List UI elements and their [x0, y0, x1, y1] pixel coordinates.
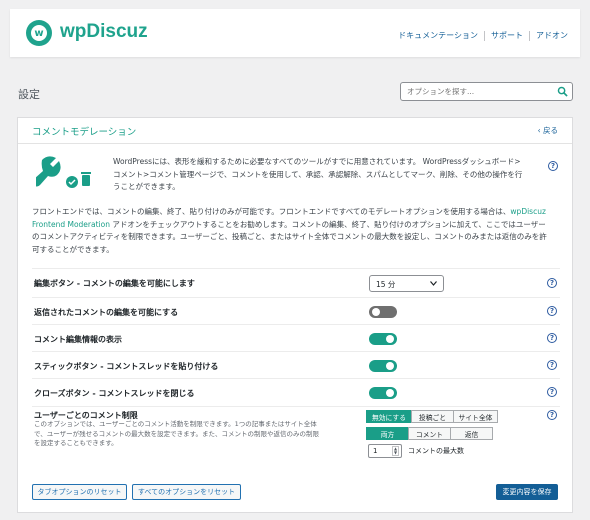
setting-row-sticky: スティックボタン - コメントスレッドを貼り付ける ?: [32, 351, 560, 378]
edit-time-select[interactable]: 15 分: [369, 275, 444, 292]
select-value: 15 分: [376, 280, 396, 289]
edit-replied-toggle[interactable]: [369, 306, 397, 318]
help-icon[interactable]: ?: [547, 410, 557, 420]
wpdiscuz-logo-icon: w: [26, 20, 52, 46]
scope-per-post-option[interactable]: 投稿ごと: [411, 410, 454, 423]
help-icon[interactable]: ?: [547, 333, 557, 343]
setting-row-edit-info: コメント編集情報の表示 ?: [32, 324, 560, 351]
scope-disable-option[interactable]: 無効にする: [366, 410, 412, 423]
scope-site-wide-option[interactable]: サイト全体: [453, 410, 498, 423]
setting-label: スティックボタン - コメントスレッドを貼り付ける: [34, 362, 219, 371]
setting-label: クローズボタン - コメントスレッドを閉じる: [34, 389, 195, 398]
reset-all-button[interactable]: すべてのオプションをリセット: [132, 484, 241, 500]
number-value: 1: [373, 447, 378, 455]
setting-row-comment-limit: ユーザーごとのコメント制限 このオプションでは、ユーザーごとのコメント活動を制限…: [32, 406, 560, 476]
moderation-tools-icon: [36, 156, 91, 188]
nav-divider: [529, 30, 530, 41]
sticky-toggle[interactable]: [369, 360, 397, 372]
help-icon[interactable]: ?: [547, 278, 557, 288]
chevron-down-icon: [430, 281, 437, 286]
description-text: フロントエンドでは、コメントの編集、終了、貼り付けのみが可能です。フロントエンド…: [32, 207, 511, 216]
search-input[interactable]: [401, 83, 551, 100]
back-label: 戻る: [543, 126, 558, 135]
type-reply-option[interactable]: 返信: [450, 427, 493, 440]
reset-tab-button[interactable]: タブオプションのリセット: [32, 484, 127, 500]
option-search-box: [400, 82, 573, 101]
type-comment-option[interactable]: コメント: [408, 427, 451, 440]
back-link[interactable]: ‹ 戻る: [538, 125, 558, 136]
limit-type-segment: 両方 コメント 返信: [366, 427, 493, 440]
toggle-knob: [372, 308, 380, 316]
description-frontend: フロントエンドでは、コメントの編集、終了、貼り付けのみが可能です。フロントエンド…: [32, 206, 552, 256]
brand-name: wpDiscuz: [60, 21, 148, 42]
close-toggle[interactable]: [369, 387, 397, 399]
top-header: w wpDiscuz ドキュメンテーション サポート アドオン: [10, 9, 580, 57]
type-both-option[interactable]: 両方: [366, 427, 409, 440]
help-icon[interactable]: ?: [547, 360, 557, 370]
link-support[interactable]: サポート: [491, 30, 523, 41]
search-icon[interactable]: [557, 86, 568, 97]
limit-scope-segment: 無効にする 投稿ごと サイト全体: [366, 410, 498, 423]
link-addons[interactable]: アドオン: [536, 30, 568, 41]
description-text: アドオンをチェックアウトすることをお勧めします。コメントの編集、終了、貼り付けの…: [32, 219, 547, 254]
help-icon[interactable]: ?: [547, 387, 557, 397]
spinner-arrows-icon[interactable]: ▲ ▼: [392, 446, 399, 456]
setting-row-close: クローズボタン - コメントスレッドを閉じる ?: [32, 378, 560, 406]
setting-label: 編集ボタン - コメントの編集を可能にします: [34, 279, 195, 288]
page-title: 設定: [18, 88, 40, 101]
save-changes-button[interactable]: 変更内容を保存: [496, 484, 558, 500]
max-comments-input[interactable]: 1 ▲ ▼: [368, 444, 402, 458]
max-comments-label: コメントの最大数: [408, 447, 464, 455]
panel-header: コメントモデレーション ‹ 戻る: [18, 118, 572, 144]
setting-description: このオプションでは、ユーザーごとのコメント活動を制限できます。1つの記事またはサ…: [34, 420, 319, 447]
edit-info-toggle[interactable]: [369, 333, 397, 345]
toggle-knob: [386, 389, 394, 397]
help-icon[interactable]: ?: [548, 161, 558, 171]
toggle-knob: [386, 335, 394, 343]
moderation-panel: コメントモデレーション ‹ 戻る WordPressには、表形を緩和するために必…: [17, 117, 573, 513]
setting-label: 返信されたコメントの編集を可能にする: [34, 308, 179, 317]
setting-row-edit-button: 編集ボタン - コメントの編集を可能にします 15 分 ?: [32, 268, 560, 297]
nav-divider: [484, 30, 485, 41]
setting-row-edit-replied: 返信されたコメントの編集を可能にする ?: [32, 297, 560, 324]
toggle-knob: [386, 362, 394, 370]
logo-letter: w: [31, 25, 47, 41]
help-icon[interactable]: ?: [547, 306, 557, 316]
setting-label: コメント編集情報の表示: [34, 335, 122, 344]
link-documentation[interactable]: ドキュメンテーション: [398, 30, 478, 41]
description-intro: WordPressには、表形を緩和するために必要なすべてのツールがすでに用意され…: [113, 157, 523, 191]
header-nav: ドキュメンテーション サポート アドオン: [398, 30, 568, 41]
panel-title: コメントモデレーション: [32, 126, 137, 138]
